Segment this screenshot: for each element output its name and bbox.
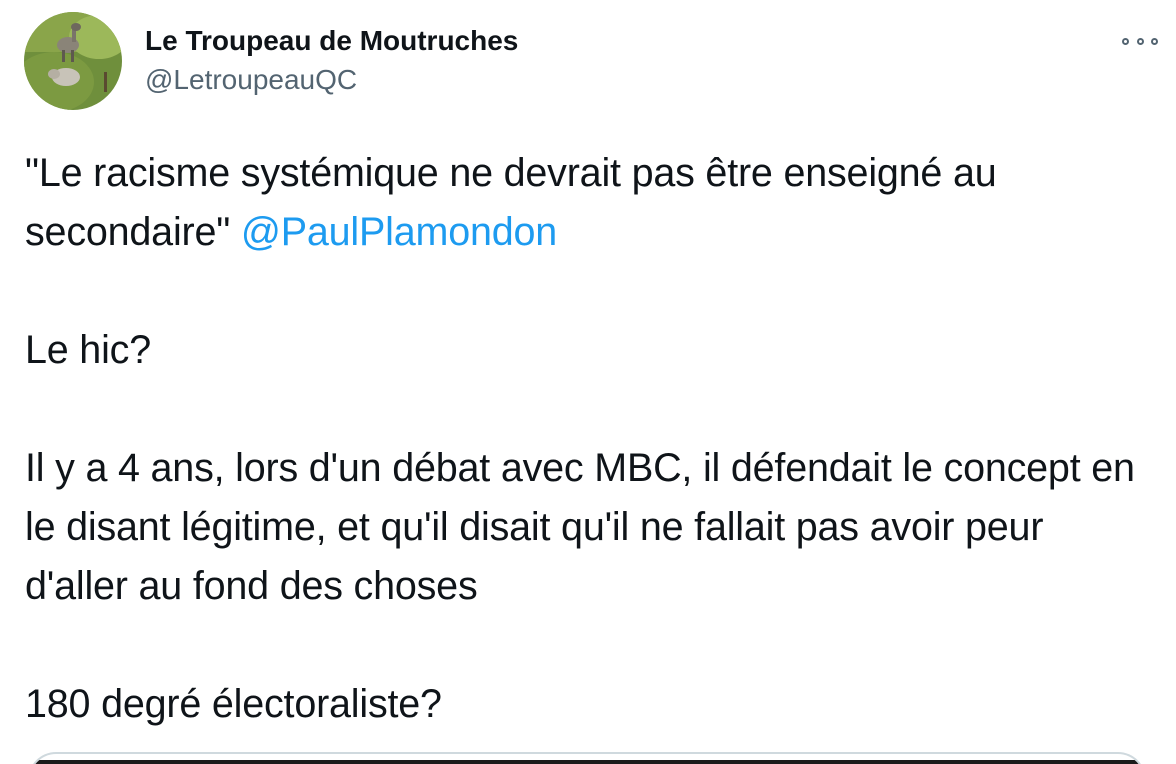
more-options-button[interactable] — [1122, 30, 1158, 52]
mention-link[interactable]: @PaulPlamondon — [241, 210, 557, 254]
media-attachment[interactable] — [28, 752, 1146, 764]
more-horizontal-icon-dot-2 — [1136, 37, 1144, 45]
author-handle[interactable]: @LetroupeauQC — [145, 64, 357, 96]
tweet-paragraph-2: Le hic? — [25, 328, 151, 372]
tweet-text: "Le racisme systémique ne devrait pas êt… — [25, 144, 1145, 734]
media-preview-edge — [30, 760, 1144, 764]
avatar-photo — [24, 12, 122, 110]
author-name[interactable]: Le Troupeau de Moutruches — [145, 25, 518, 57]
author-avatar[interactable] — [24, 12, 122, 110]
tweet-paragraph-3: Il y a 4 ans, lors d'un débat avec MBC, … — [25, 446, 1135, 608]
more-horizontal-icon-dot-3 — [1151, 37, 1158, 45]
tweet-paragraph-1: "Le racisme systémique ne devrait pas êt… — [25, 144, 1145, 262]
tweet-paragraph-4: 180 degré électoraliste? — [25, 682, 442, 726]
more-horizontal-icon — [1122, 37, 1129, 45]
tweet: Le Troupeau de Moutruches @LetroupeauQC … — [0, 0, 1176, 764]
